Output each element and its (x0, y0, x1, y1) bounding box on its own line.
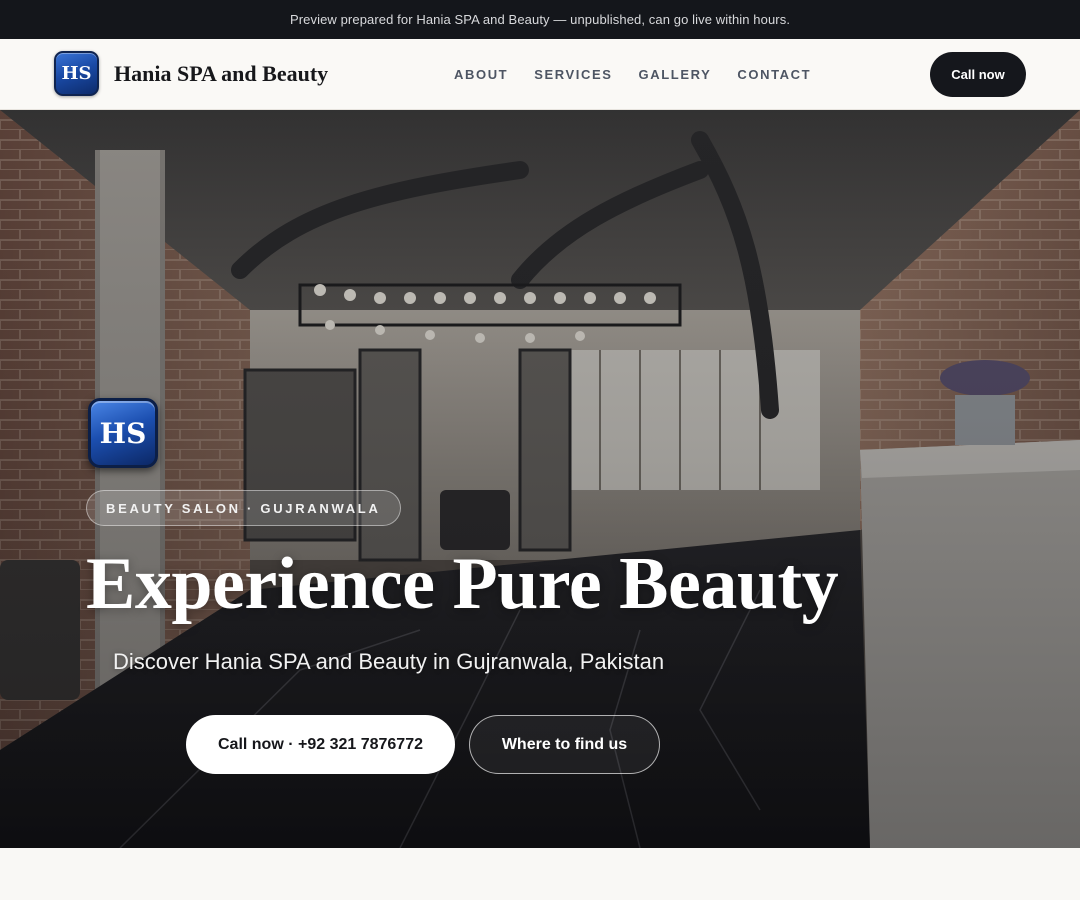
hero-logo-text: HS (99, 416, 147, 450)
below-hero-section (0, 848, 1080, 900)
hero-tagline-text: BEAUTY SALON · GUJRANWALA (106, 500, 381, 516)
header-call-button[interactable]: Call now (930, 52, 1026, 97)
hero-subtitle: Discover Hania SPA and Beauty in Gujranw… (113, 649, 665, 674)
brand-logo-text: HS (61, 63, 92, 84)
preview-banner: Preview prepared for Hania SPA and Beaut… (0, 0, 1080, 39)
main-nav: ABOUT SERVICES GALLERY CONTACT (454, 39, 811, 109)
hero-tagline-pill: BEAUTY SALON · GUJRANWALA (86, 490, 401, 526)
brand[interactable]: HS Hania SPA and Beauty (54, 51, 328, 96)
hero-call-button[interactable]: Call now · +92 321 7876772 (186, 715, 455, 774)
nav-link-contact[interactable]: CONTACT (737, 67, 811, 82)
brand-logo-icon[interactable]: HS (54, 51, 99, 96)
nav-link-services[interactable]: SERVICES (534, 67, 612, 82)
hero-section: HS BEAUTY SALON · GUJRANWALA Experience … (0, 110, 1080, 848)
brand-name[interactable]: Hania SPA and Beauty (114, 61, 328, 87)
nav-link-about[interactable]: ABOUT (454, 67, 508, 82)
site-header: HS Hania SPA and Beauty ABOUT SERVICES G… (0, 39, 1080, 110)
preview-banner-text: Preview prepared for Hania SPA and Beaut… (289, 12, 791, 27)
hero-title: Experience Pure Beauty (86, 543, 839, 625)
hero-location-button[interactable]: Where to find us (469, 715, 660, 774)
nav-link-gallery[interactable]: GALLERY (639, 67, 712, 82)
hero-logo-icon: HS (88, 398, 158, 468)
